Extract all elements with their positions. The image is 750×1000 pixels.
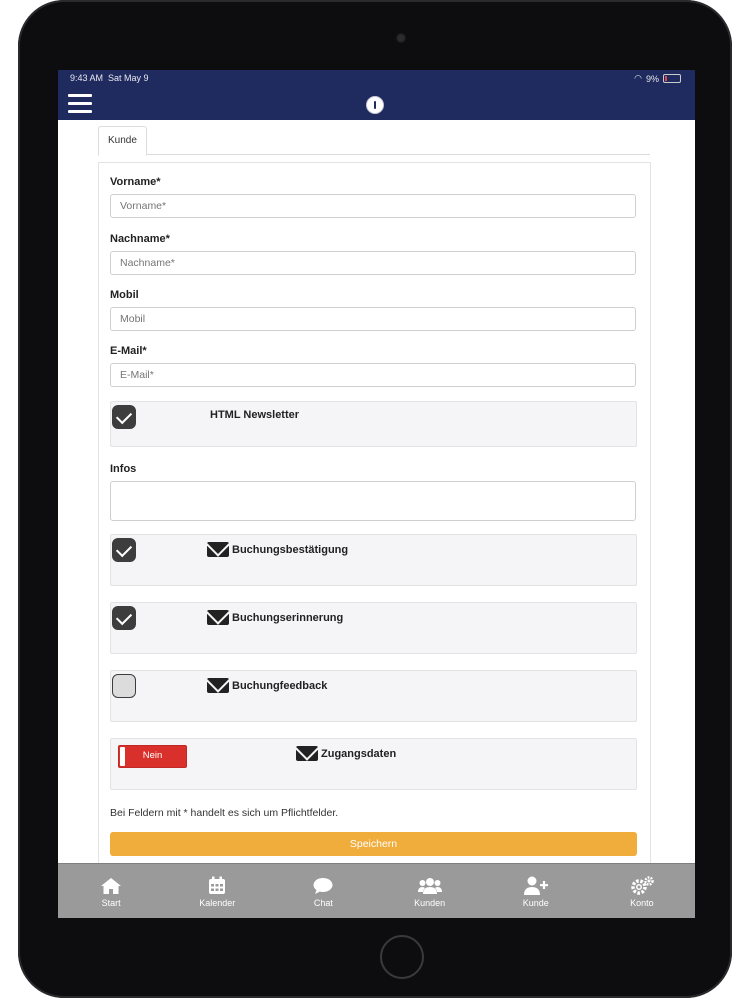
tab-chat-label: Chat bbox=[313, 897, 333, 908]
access-option: Nein Zugangsdaten bbox=[110, 738, 637, 790]
envelope-icon bbox=[296, 746, 318, 761]
infos-label: Infos bbox=[110, 463, 137, 475]
tab-kunde[interactable]: Kunde bbox=[98, 126, 147, 156]
calendar-icon bbox=[208, 876, 226, 896]
feedback-label: Buchungfeedback bbox=[207, 678, 327, 693]
customer-form: Vorname* Nachname* Mobil E-Mail* HTML Ne… bbox=[98, 162, 651, 918]
battery-icon bbox=[663, 74, 681, 83]
access-label: Zugangsdaten bbox=[296, 746, 396, 761]
tab-start[interactable]: Start bbox=[58, 864, 164, 918]
save-button[interactable]: Speichern bbox=[110, 832, 637, 856]
tab-kalender-label: Kalender bbox=[199, 897, 236, 908]
feedback-checkbox[interactable] bbox=[112, 674, 136, 698]
infos-textarea[interactable] bbox=[110, 481, 636, 521]
firstname-input[interactable] bbox=[110, 194, 636, 218]
status-bar: 9:43 AM Sat May 9 ◠ 9% bbox=[58, 70, 695, 88]
status-time-value: 9:43 AM bbox=[70, 73, 104, 83]
battery-percent: 9% bbox=[645, 73, 659, 84]
reminder-option: Buchungserinnerung bbox=[110, 602, 637, 654]
firstname-label: Vorname* bbox=[110, 176, 161, 188]
status-time: 9:43 AM Sat May 9 bbox=[70, 73, 149, 83]
tab-kalender[interactable]: Kalender bbox=[164, 864, 270, 918]
email-input[interactable] bbox=[110, 363, 636, 387]
tab-konto[interactable]: Konto bbox=[589, 864, 695, 918]
access-text: Zugangsdaten bbox=[321, 747, 397, 760]
add-user-icon bbox=[523, 876, 548, 896]
menu-icon[interactable] bbox=[68, 94, 92, 114]
app-logo bbox=[366, 96, 384, 114]
feedback-option: Buchungfeedback bbox=[110, 670, 637, 722]
tab-kunde-label: Kunde bbox=[522, 897, 549, 908]
tab-start-label: Start bbox=[101, 897, 121, 908]
app-screen: 9:43 AM Sat May 9 ◠ 9% Kunde Vorname* Na… bbox=[58, 70, 695, 918]
toggle-label: Nein bbox=[142, 750, 163, 761]
chat-icon bbox=[313, 876, 333, 896]
status-date: Sat May 9 bbox=[108, 73, 149, 83]
reminder-text: Buchungserinnerung bbox=[232, 611, 344, 624]
gears-icon bbox=[630, 875, 654, 896]
envelope-icon bbox=[207, 678, 229, 693]
home-icon bbox=[100, 876, 122, 896]
access-toggle[interactable]: Nein bbox=[118, 745, 187, 768]
nav-bar bbox=[58, 88, 695, 120]
confirmation-option: Buchungsbestätigung bbox=[110, 534, 637, 586]
lastname-input[interactable] bbox=[110, 251, 636, 275]
wifi-icon: ◠ bbox=[634, 73, 642, 83]
confirmation-checkbox[interactable] bbox=[112, 538, 136, 562]
mobile-input[interactable] bbox=[110, 307, 636, 331]
envelope-icon bbox=[207, 610, 229, 625]
status-indicators: ◠ 9% bbox=[634, 73, 681, 84]
bottom-tab-bar: Start Kalender Chat Kunden Kunde Konto bbox=[58, 863, 695, 918]
reminder-checkbox[interactable] bbox=[112, 606, 136, 630]
reminder-label: Buchungserinnerung bbox=[207, 610, 343, 625]
newsletter-label: HTML Newsletter bbox=[210, 409, 300, 421]
users-icon bbox=[417, 876, 442, 896]
tab-kunden[interactable]: Kunden bbox=[377, 864, 483, 918]
checkmark-icon bbox=[115, 540, 133, 557]
required-hint: Bei Feldern mit * handelt es sich um Pfl… bbox=[110, 807, 339, 819]
front-camera bbox=[396, 33, 406, 43]
tab-strip: Kunde bbox=[98, 126, 650, 156]
checkmark-icon bbox=[115, 608, 133, 625]
confirmation-label: Buchungsbestätigung bbox=[207, 542, 348, 557]
email-label: E-Mail* bbox=[110, 345, 147, 357]
confirmation-text: Buchungsbestätigung bbox=[232, 543, 349, 556]
tab-chat[interactable]: Chat bbox=[270, 864, 376, 918]
tab-konto-label: Konto bbox=[630, 897, 654, 908]
newsletter-checkbox[interactable] bbox=[112, 405, 136, 429]
feedback-text: Buchungfeedback bbox=[232, 679, 328, 692]
mobile-label: Mobil bbox=[110, 289, 139, 301]
lastname-label: Nachname* bbox=[110, 233, 170, 245]
main-content: Kunde Vorname* Nachname* Mobil E-Mail* H… bbox=[58, 120, 695, 918]
home-button[interactable] bbox=[380, 935, 424, 979]
checkmark-icon bbox=[115, 407, 133, 424]
newsletter-option: HTML Newsletter bbox=[110, 401, 637, 447]
tab-kunde[interactable]: Kunde bbox=[483, 864, 589, 918]
tab-kunden-label: Kunden bbox=[414, 897, 446, 908]
envelope-icon bbox=[207, 542, 229, 557]
